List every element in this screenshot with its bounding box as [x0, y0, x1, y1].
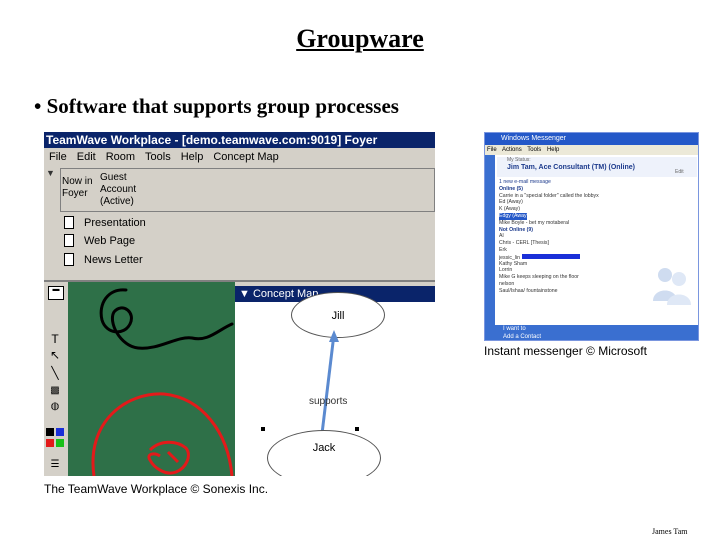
edit-link[interactable]: Edit [675, 169, 684, 175]
green-swatch[interactable] [56, 439, 64, 447]
user-name[interactable]: Jim Tam, Ace Consultant (TM) (Online) [507, 164, 635, 171]
black-swatch[interactable] [46, 428, 54, 436]
contact-item[interactable]: Edgy (Away) [499, 212, 527, 220]
contact-item[interactable]: K (Away) [499, 206, 649, 213]
menu-help[interactable]: Help [176, 148, 209, 166]
doc-item-label: News Letter [84, 254, 143, 266]
stamp-tool-icon[interactable]: ◍ [48, 400, 62, 414]
menu-file[interactable]: File [487, 147, 497, 153]
document-list: Presentation Web Page News Letter [62, 214, 435, 266]
eraser-icon[interactable]: ▬ [48, 286, 64, 300]
status-header: My Status: Jim Tam, Ace Consultant (TM) … [497, 157, 697, 177]
doc-item-label: Presentation [84, 217, 146, 229]
doc-item-presentation[interactable]: Presentation [62, 214, 435, 232]
contact-item[interactable]: Ed (Away) [499, 199, 649, 206]
bullet-text: • Software that supports group processes [34, 94, 399, 118]
messenger-caption: Instant messenger © Microsoft [484, 344, 647, 358]
collapse-arrow-icon[interactable]: ▼ [46, 168, 55, 178]
contact-item[interactable]: Al [499, 233, 649, 240]
contact-name: jessic_lin [499, 254, 521, 261]
doc-item-news-letter[interactable]: News Letter [62, 251, 435, 269]
document-icon [64, 216, 74, 229]
messenger-titlebar: Windows Messenger [485, 133, 698, 145]
contact-list: 1 new e-mail message Online (5) Carrie i… [499, 179, 649, 295]
mail-notice[interactable]: 1 new e-mail message [499, 179, 649, 186]
menu-tools[interactable]: Tools [140, 148, 176, 166]
contact-item[interactable]: Chris - CERL [Thesis] [499, 240, 649, 247]
messenger-menubar: File Actions Tools Help [485, 145, 698, 155]
offline-group-header[interactable]: Not Online (9) [499, 227, 649, 234]
contact-item[interactable]: Kathy Sham [499, 261, 649, 268]
contact-item[interactable]: Lorrin [499, 267, 649, 274]
menu-lines-icon[interactable]: ☰ [48, 458, 62, 472]
menu-room[interactable]: Room [101, 148, 140, 166]
resize-handle[interactable] [261, 427, 265, 431]
guest-account-label: Guest Account (Active) [100, 172, 137, 207]
document-icon [64, 253, 74, 266]
whiteboard-canvas[interactable] [68, 282, 235, 476]
node-label: Jack [312, 442, 336, 454]
footer-heading: I want to [503, 326, 526, 332]
resize-handle[interactable] [355, 427, 359, 431]
messenger-footer: I want to Add a Contact [495, 325, 698, 340]
contact-item[interactable]: Erk [499, 247, 649, 254]
highlight-bar [522, 253, 581, 259]
teamwave-titlebar: TeamWave Workplace - [demo.teamwave.com:… [44, 132, 435, 148]
menu-concept-map[interactable]: Concept Map [208, 148, 283, 166]
online-group-header[interactable]: Online (5) [499, 186, 649, 193]
fill-tool-icon[interactable]: ▩ [48, 384, 62, 398]
blue-swatch[interactable] [56, 428, 64, 436]
red-swatch[interactable] [46, 439, 54, 447]
menu-file[interactable]: File [44, 148, 72, 166]
contact-item[interactable]: Mike G keeps sleeping on the floor [499, 274, 649, 281]
doc-item-label: Web Page [84, 235, 136, 247]
menu-edit[interactable]: Edit [72, 148, 101, 166]
contact-item[interactable]: Mike Boyle - bet my motaberal [499, 220, 649, 227]
teamwave-menubar: File Edit Room Tools Help Concept Map [44, 148, 435, 166]
line-tool-icon[interactable]: ╲ [48, 366, 62, 380]
contact-item[interactable]: nelson [499, 281, 649, 288]
contact-item[interactable]: jessic_lin [499, 253, 649, 261]
teamwave-caption: The TeamWave Workplace © Sonexis Inc. [44, 482, 269, 496]
relation-label: supports [309, 396, 348, 407]
teamwave-window: TeamWave Workplace - [demo.teamwave.com:… [44, 132, 435, 476]
slide-title: Groupware [296, 24, 424, 53]
whiteboard-drawing [91, 288, 234, 476]
concept-map-window: ▼ Concept Map Jill Jack supports [235, 286, 435, 476]
drawing-toolbox: ▬ T ↖ ╲ ▩ ◍ ☰ [44, 282, 68, 476]
messenger-sidebar [485, 155, 495, 340]
messenger-logo-icon [653, 268, 691, 305]
text-tool-icon[interactable]: T [48, 332, 62, 346]
room-label: Now in Foyer [62, 176, 93, 199]
document-icon [64, 234, 74, 247]
arrow-tool-icon[interactable]: ↖ [48, 348, 62, 362]
messenger-window: Windows Messenger File Actions Tools Hel… [484, 132, 699, 341]
menu-help[interactable]: Help [547, 147, 559, 153]
contact-item[interactable]: Saul/Ishaa/ fountainstone [499, 288, 649, 295]
menu-tools[interactable]: Tools [527, 147, 541, 153]
add-contact-link[interactable]: Add a Contact [503, 333, 698, 340]
menu-actions[interactable]: Actions [502, 147, 522, 153]
contact-item[interactable]: Carrie in a "special folder" called the … [499, 193, 649, 200]
doc-item-web-page[interactable]: Web Page [62, 232, 435, 250]
author-footer: James Tam [652, 527, 688, 536]
status-label: My Status: [507, 157, 531, 163]
